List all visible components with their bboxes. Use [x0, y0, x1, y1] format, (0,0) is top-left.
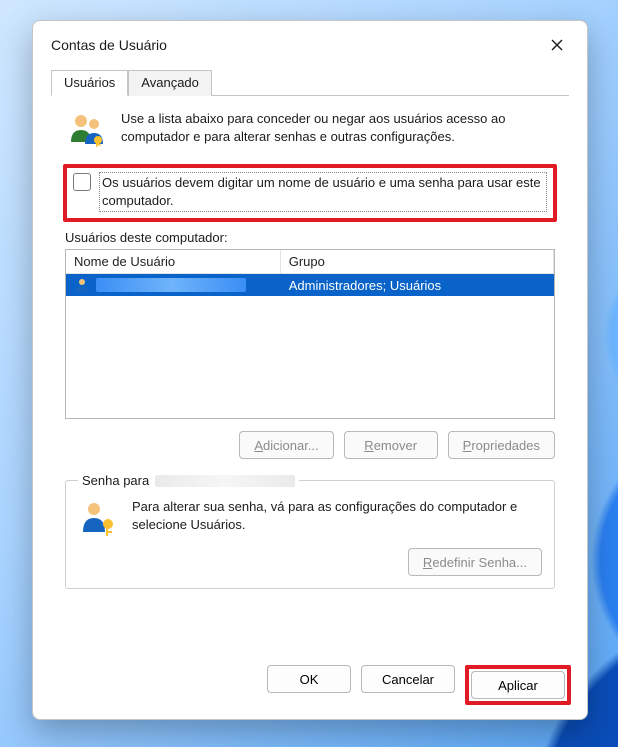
- apply-highlight: Aplicar: [465, 665, 571, 705]
- cell-group: Administradores; Usuários: [281, 278, 554, 293]
- reset-password-button[interactable]: Redefinir Senha...: [408, 548, 542, 576]
- tab-users-body: Use a lista abaixo para conceder ou nega…: [51, 96, 569, 643]
- tab-users[interactable]: Usuários: [51, 70, 128, 96]
- add-user-button[interactable]: Adicionar...: [239, 431, 333, 459]
- list-buttons: Adicionar... Remover Propriedades: [65, 431, 555, 459]
- table-row[interactable]: Administradores; Usuários: [66, 274, 554, 296]
- remove-user-button[interactable]: Remover: [344, 431, 438, 459]
- user-key-icon: [78, 498, 118, 538]
- window-title: Contas de Usuário: [51, 37, 167, 53]
- apply-button[interactable]: Aplicar: [471, 671, 565, 699]
- close-button[interactable]: [539, 31, 575, 59]
- listview-header: Nome de Usuário Grupo: [66, 250, 554, 274]
- redacted-username: [96, 278, 246, 292]
- users-listview[interactable]: Nome de Usuário Grupo Administradores: [65, 249, 555, 419]
- titlebar: Contas de Usuário: [33, 21, 587, 63]
- column-header-username[interactable]: Nome de Usuário: [66, 250, 281, 273]
- intro-text: Use a lista abaixo para conceder ou nega…: [121, 110, 553, 146]
- require-login-label[interactable]: Os usuários devem digitar um nome de usu…: [99, 172, 547, 212]
- user-accounts-dialog: Contas de Usuário Usuários Avançado: [32, 20, 588, 720]
- user-icon: [74, 277, 90, 293]
- tabstrip: Usuários Avançado: [51, 69, 569, 96]
- properties-button[interactable]: Propriedades: [448, 431, 555, 459]
- password-text: Para alterar sua senha, vá para as confi…: [132, 498, 542, 534]
- users-icon: [67, 110, 107, 150]
- redacted-username-legend: [155, 475, 295, 487]
- password-legend: Senha para: [78, 473, 299, 488]
- close-icon: [551, 39, 563, 51]
- cancel-button[interactable]: Cancelar: [361, 665, 455, 693]
- ok-button[interactable]: OK: [267, 665, 351, 693]
- tab-advanced[interactable]: Avançado: [128, 70, 212, 96]
- intro-block: Use a lista abaixo para conceder ou nega…: [61, 110, 559, 158]
- users-list-label: Usuários deste computador:: [65, 230, 555, 245]
- require-login-checkbox[interactable]: [73, 173, 91, 191]
- require-login-row: Os usuários devem digitar um nome de usu…: [63, 164, 557, 222]
- dialog-body: Usuários Avançado Use a lista abaixo: [33, 63, 587, 657]
- password-group: Senha para Para alterar sua senha, vá: [65, 473, 555, 589]
- column-header-group[interactable]: Grupo: [281, 250, 554, 273]
- dialog-footer: OK Cancelar Aplicar: [33, 657, 587, 719]
